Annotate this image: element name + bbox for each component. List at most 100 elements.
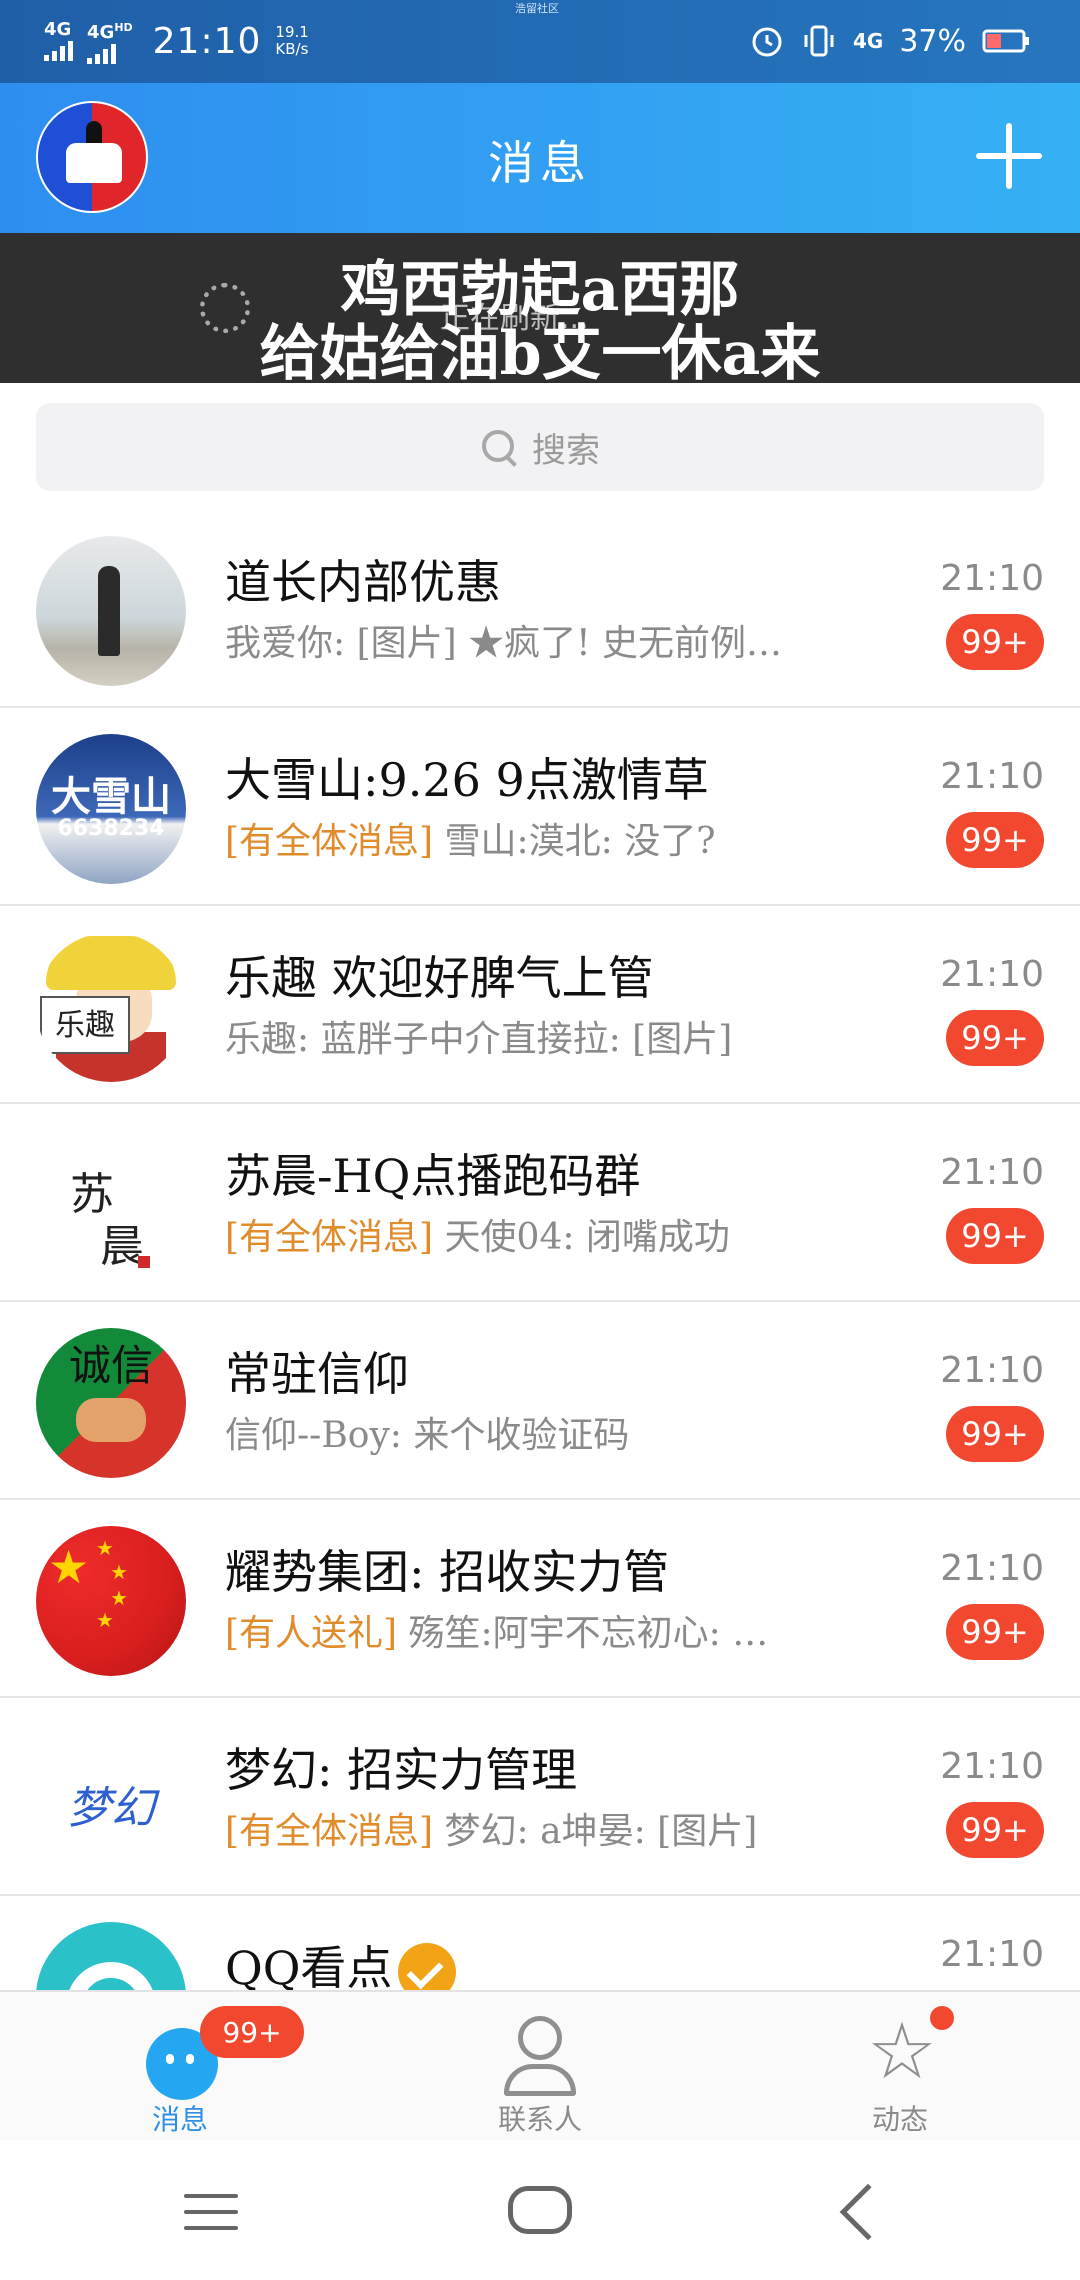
unread-badge: 99+ <box>946 1406 1044 1462</box>
overlay-text-line-2: 给姑给油b艾一休a来 <box>259 319 821 383</box>
network-label: 4GHD <box>87 20 133 43</box>
battery-icon <box>982 29 1029 53</box>
tab-feeds[interactable]: ☆ 动态 <box>800 2006 1000 2136</box>
chat-time: 21:10 <box>940 1548 1044 1589</box>
chat-avatar[interactable]: 苏 晨 <box>36 1130 186 1280</box>
chat-name: QQ看点 <box>225 1932 457 1990</box>
tab-label: 动态 <box>871 2103 928 2136</box>
alarm-icon <box>752 27 782 57</box>
chat-preview: [有全体消息] 梦幻: a坤晏: [图片] <box>225 1811 758 1852</box>
signal-bars-icon <box>44 39 73 61</box>
eye-icon <box>66 1962 156 1990</box>
avatar-text: 乐趣 <box>40 996 130 1054</box>
chat-name: 乐趣 欢迎好脾气上管 <box>225 951 654 1005</box>
chat-preview: [有人送礼] 殇笙:阿宇不忘初心: … <box>225 1613 769 1654</box>
notification-dot <box>930 2006 954 2030</box>
chat-avatar[interactable]: ★ ★ ★ ★ ★ <box>36 1526 186 1676</box>
star-icon: ★ <box>110 1586 128 1610</box>
battery-percent: 37% <box>899 23 966 59</box>
unread-badge: 99+ <box>946 614 1044 670</box>
chat-avatar[interactable] <box>36 1922 186 1990</box>
network-indicator-2: 4GHD <box>87 19 133 64</box>
chat-time: 21:10 <box>940 558 1044 599</box>
chat-row[interactable]: QQ看点 21:10 <box>0 1896 1080 1990</box>
chat-name: 常驻信仰 <box>225 1347 409 1401</box>
network-speed: 19.1 KB/s <box>275 23 309 58</box>
tab-label: 消息 <box>151 2103 208 2136</box>
avatar-text: 大雪山 <box>51 774 171 820</box>
star-icon: ☆ <box>867 2007 937 2097</box>
search-input[interactable]: 搜索 <box>36 403 1044 491</box>
status-left: 4G 4GHD 21:10 19.1 KB/s <box>44 16 309 66</box>
network-label: 4G <box>852 29 884 53</box>
chat-row[interactable]: 诚信 常驻信仰 信仰--Boy: 来个收验证码 21:10 99+ <box>0 1302 1080 1500</box>
chat-row[interactable]: ★ ★ ★ ★ ★ 耀势集团: 招收实力管 [有人送礼] 殇笙:阿宇不忘初心: … <box>0 1500 1080 1698</box>
chat-avatar[interactable] <box>36 536 186 686</box>
app-header: 消息 <box>0 83 1080 233</box>
chat-tag: [有人送礼] <box>225 1613 398 1654</box>
chat-row[interactable]: 道长内部优惠 我爱你: [图片] ★疯了! 史无前例… 21:10 99+ <box>0 510 1080 708</box>
messages-badge: 99+ <box>200 2006 304 2058</box>
chat-avatar[interactable]: 大雪山 6638234 <box>36 734 186 884</box>
page-title: 消息 <box>488 136 592 190</box>
chat-preview: [有全体消息] 天使04: 闭嘴成功 <box>225 1217 730 1258</box>
signal-bars-icon <box>87 42 116 64</box>
chat-list: 道长内部优惠 我爱你: [图片] ★疯了! 史无前例… 21:10 99+ 大雪… <box>0 510 1080 1990</box>
verified-icon <box>398 1943 457 1990</box>
status-bar: 4G 4GHD 21:10 19.1 KB/s 浩留社区 4G 37% <box>0 0 1080 83</box>
chat-name: 梦幻: 招实力管理 <box>225 1743 578 1797</box>
chat-time: 21:10 <box>940 1350 1044 1391</box>
chat-preview: 乐趣: 蓝胖子中介直接拉: [图片] <box>225 1019 733 1060</box>
chat-avatar[interactable]: 诚信 <box>36 1328 186 1478</box>
chat-preview: [有全体消息] 雪山:漠北: 没了? <box>225 821 716 862</box>
unread-badge: 99+ <box>946 1010 1044 1066</box>
star-icon: ★ <box>48 1540 90 1594</box>
chat-name: 道长内部优惠 <box>225 555 501 609</box>
unread-badge: 99+ <box>946 1802 1044 1858</box>
chat-preview: 信仰--Boy: 来个收验证码 <box>225 1415 630 1456</box>
chat-preview: 我爱你: [图片] ★疯了! 史无前例… <box>225 623 783 664</box>
chat-time: 21:10 <box>940 1934 1044 1975</box>
back-icon[interactable] <box>839 2183 897 2241</box>
chat-row[interactable]: 苏 晨 苏晨-HQ点播跑码群 [有全体消息] 天使04: 闭嘴成功 21:10 … <box>0 1104 1080 1302</box>
tab-label: 联系人 <box>497 2103 582 2136</box>
plus-icon[interactable] <box>974 121 1044 191</box>
avatar-hat <box>46 936 176 990</box>
unread-badge: 99+ <box>946 1208 1044 1264</box>
chat-name: 苏晨-HQ点播跑码群 <box>225 1149 641 1203</box>
network-label: 4G <box>44 19 72 40</box>
avatar-text: 6638234 <box>57 816 165 841</box>
chat-time: 21:10 <box>940 1152 1044 1193</box>
tab-contacts[interactable]: 联系人 <box>440 2006 640 2136</box>
chat-row[interactable]: 梦幻 梦幻: 招实力管理 [有全体消息] 梦幻: a坤晏: [图片] 21:10… <box>0 1698 1080 1896</box>
chat-avatar[interactable]: 梦幻 <box>36 1724 186 1874</box>
vibrate-icon <box>804 25 834 57</box>
chat-time: 21:10 <box>940 1746 1044 1787</box>
menu-icon[interactable] <box>184 2194 238 2230</box>
chat-name: 耀势集团: 招收实力管 <box>225 1545 670 1599</box>
chat-avatar[interactable]: 乐趣 <box>36 932 186 1082</box>
seal-icon <box>138 1256 150 1268</box>
status-right: 4G 37% <box>749 18 1032 64</box>
chat-tag: [有全体消息] <box>225 1217 434 1258</box>
refresh-banner: 正在刷新... 鸡西勃起a西那 给姑给油b艾一休a来 <box>0 233 1080 383</box>
chat-tag: [有全体消息] <box>225 821 434 862</box>
chat-row[interactable]: 大雪山 6638234 大雪山:9.26 9点激情草 [有全体消息] 雪山:漠北… <box>0 708 1080 906</box>
unread-badge: 99+ <box>946 812 1044 868</box>
home-icon[interactable] <box>508 2186 572 2234</box>
search-placeholder: 搜索 <box>532 430 600 471</box>
tab-messages[interactable]: 99+ 消息 <box>80 2006 304 2136</box>
carrier-tag: 浩留社区 <box>515 2 559 15</box>
handshake-icon <box>76 1398 146 1442</box>
star-icon: ★ <box>96 1536 114 1560</box>
star-icon: ★ <box>96 1608 114 1632</box>
network-indicator-1: 4G <box>44 21 73 61</box>
unread-badge: 99+ <box>946 1604 1044 1660</box>
system-nav-bar <box>0 2140 1080 2280</box>
chat-tag: [有全体消息] <box>225 1811 434 1852</box>
avatar-figure <box>98 566 120 656</box>
chat-time: 21:10 <box>940 954 1044 995</box>
chat-row[interactable]: 乐趣 乐趣 欢迎好脾气上管 乐趣: 蓝胖子中介直接拉: [图片] 21:10 9… <box>0 906 1080 1104</box>
avatar-text: 梦幻 <box>67 1783 155 1834</box>
chat-name: 大雪山:9.26 9点激情草 <box>225 753 709 807</box>
